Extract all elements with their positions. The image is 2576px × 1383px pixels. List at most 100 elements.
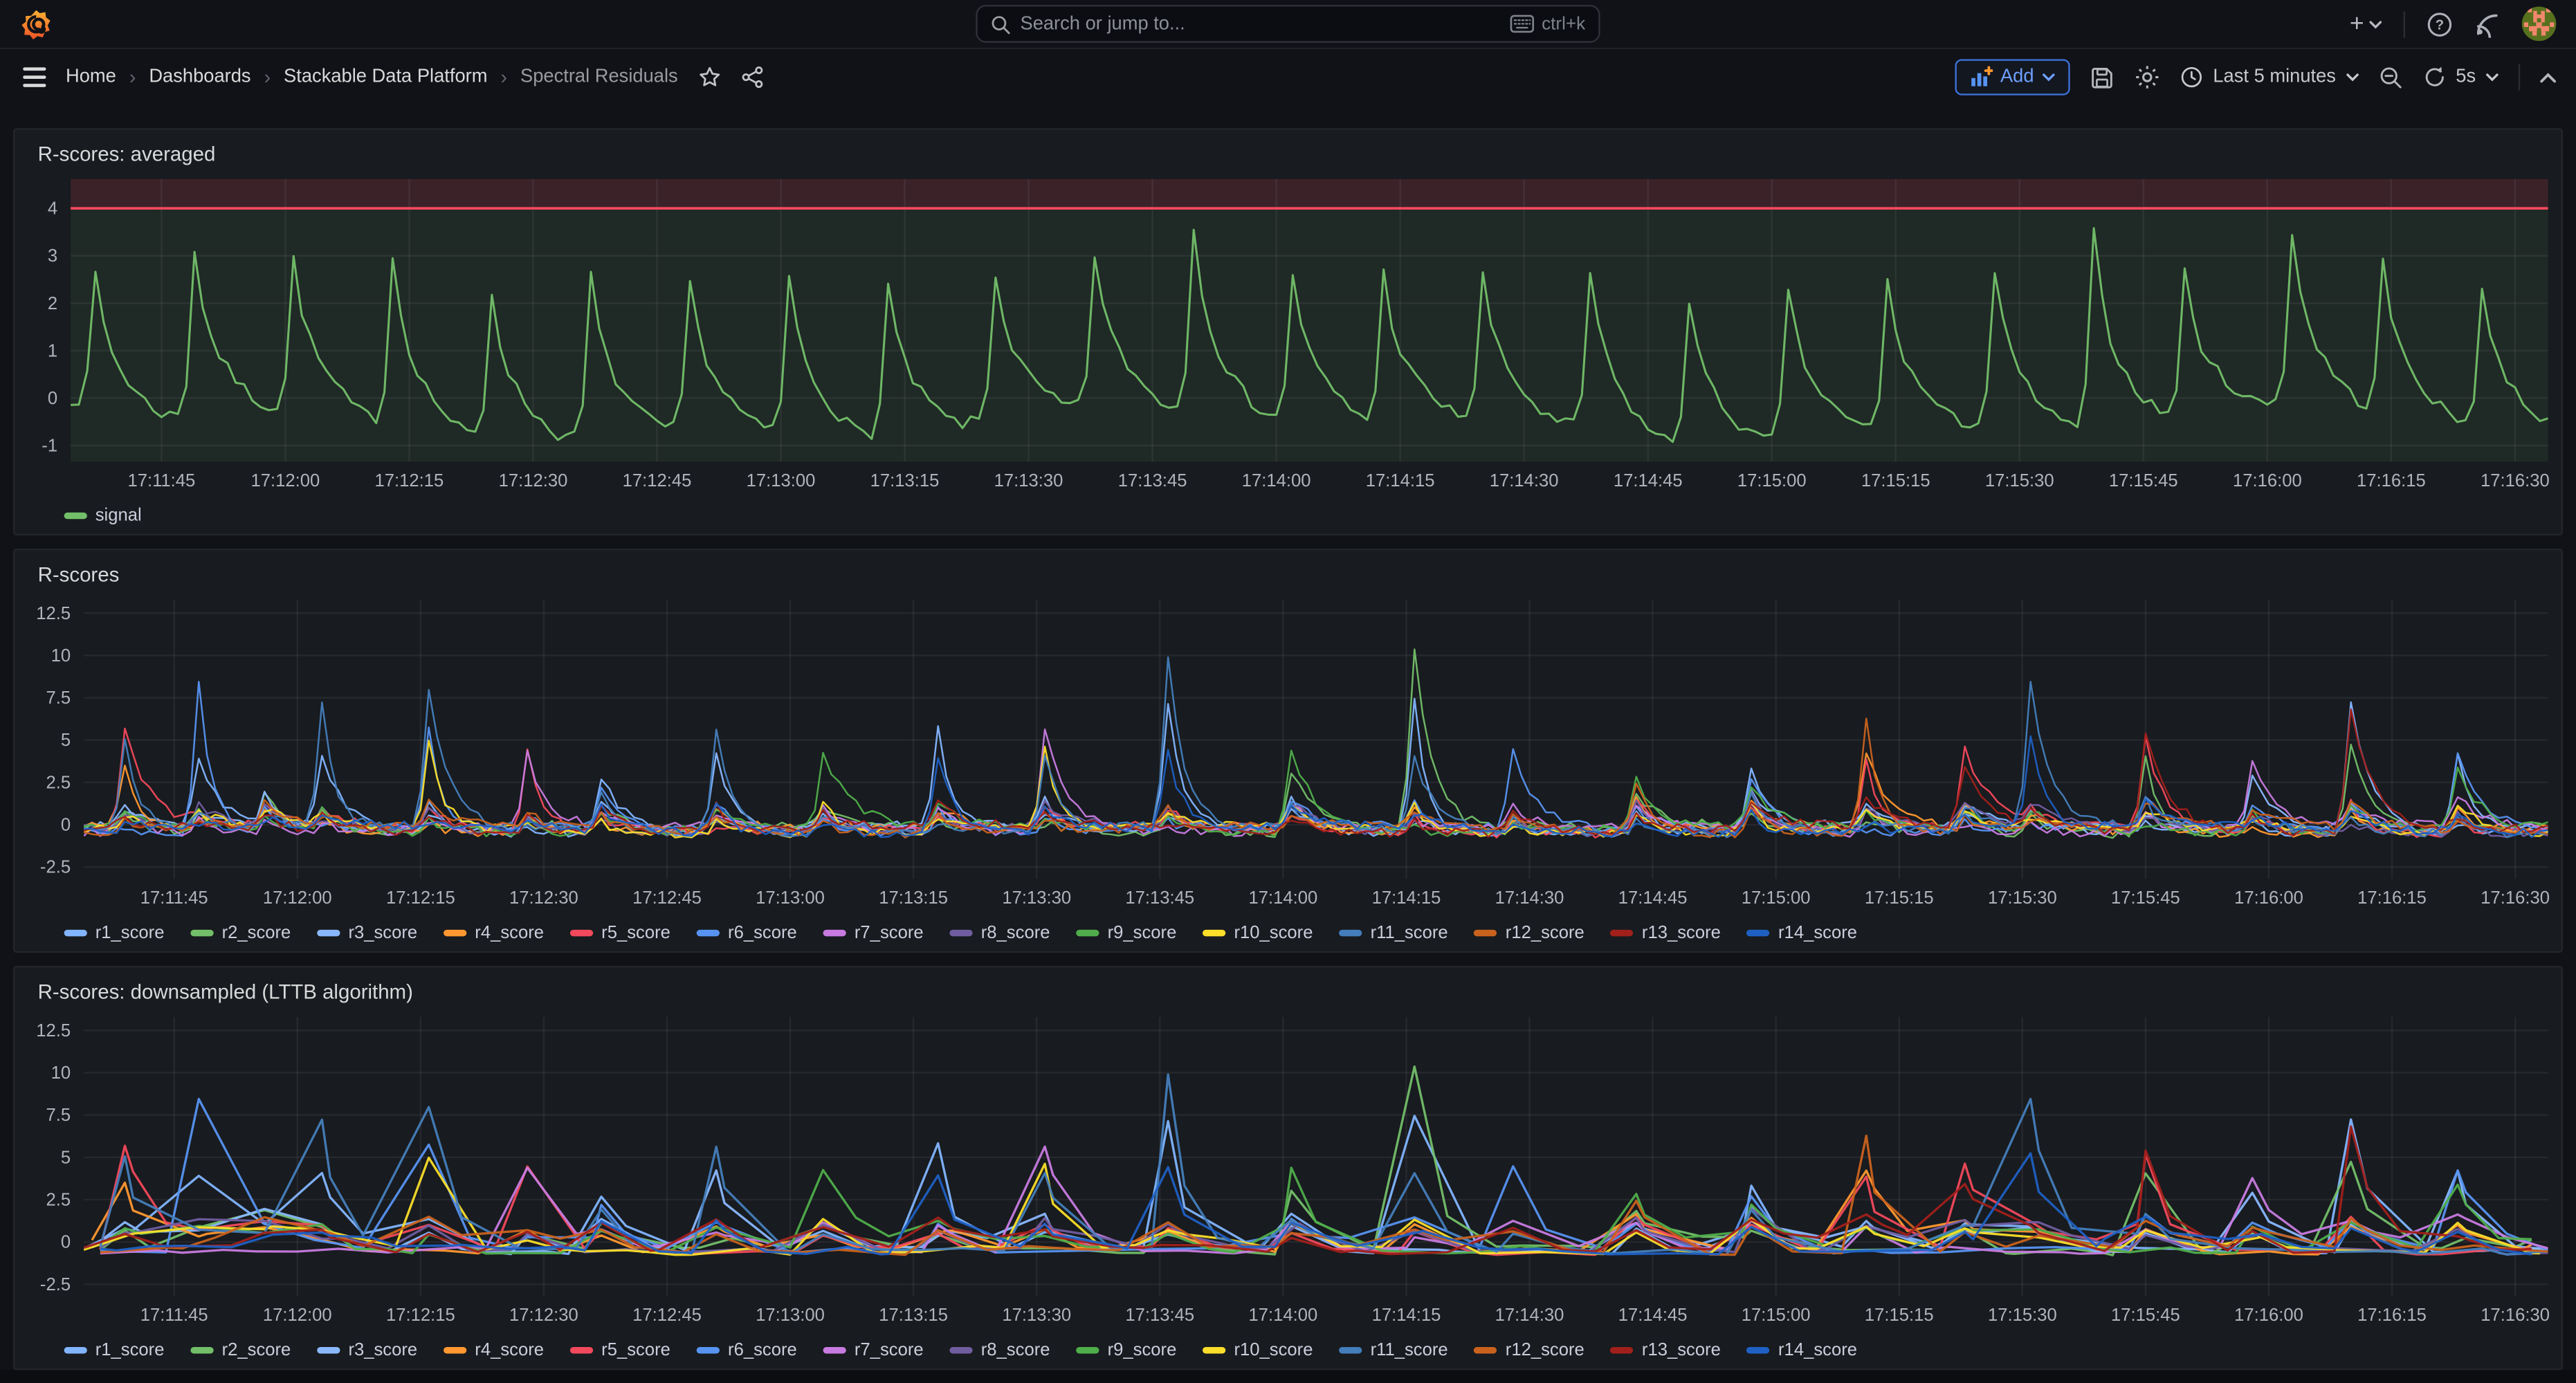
threshold-region-above bbox=[71, 179, 2548, 208]
y-tick-label: 5 bbox=[61, 731, 71, 750]
legend-swatch bbox=[317, 930, 340, 936]
favorite-button[interactable] bbox=[697, 66, 720, 89]
legend-item-r7_score[interactable]: r7_score bbox=[823, 1340, 924, 1359]
legend-label: r7_score bbox=[855, 1340, 924, 1359]
legend-item-r10_score[interactable]: r10_score bbox=[1203, 1340, 1313, 1359]
chart-canvas[interactable]: 12.5107.552.50-2.517:11:4517:12:0017:12:… bbox=[15, 1007, 2561, 1332]
x-tick-label: 17:16:15 bbox=[2357, 888, 2427, 908]
add-button[interactable]: Add bbox=[1954, 59, 2070, 95]
star-icon bbox=[697, 66, 720, 89]
avatar[interactable] bbox=[2522, 6, 2557, 41]
legend-item-r3_score[interactable]: r3_score bbox=[317, 1340, 417, 1359]
news-button[interactable] bbox=[2474, 10, 2501, 37]
panel-title[interactable]: R-scores bbox=[38, 563, 120, 586]
legend-label: r12_score bbox=[1506, 923, 1584, 942]
y-tick-label: 12.5 bbox=[36, 1021, 71, 1041]
legend-item-r10_score[interactable]: r10_score bbox=[1203, 923, 1313, 942]
x-tick-label: 17:14:30 bbox=[1490, 471, 1559, 491]
legend-item-r6_score[interactable]: r6_score bbox=[697, 923, 797, 942]
legend-item-r5_score[interactable]: r5_score bbox=[570, 1340, 670, 1359]
legend-item-r5_score[interactable]: r5_score bbox=[570, 923, 670, 942]
legend-item-r14_score[interactable]: r14_score bbox=[1747, 923, 1857, 942]
caret-up-icon bbox=[2540, 71, 2557, 83]
toolbar-right: Add Last 5 minutes 5s bbox=[1954, 59, 2556, 95]
x-tick-label: 17:12:00 bbox=[263, 1306, 332, 1325]
chevron-down-icon bbox=[2485, 72, 2499, 82]
x-tick-label: 17:14:30 bbox=[1495, 888, 1564, 908]
new-button[interactable]: + bbox=[2350, 12, 2382, 37]
y-tick-label: 3 bbox=[48, 246, 57, 266]
menu-icon[interactable] bbox=[19, 64, 49, 91]
time-range-picker[interactable]: Last 5 minutes bbox=[2180, 66, 2359, 89]
y-tick-label: 0 bbox=[61, 816, 71, 835]
legend-swatch bbox=[1339, 1347, 1362, 1353]
y-tick-label: 10 bbox=[51, 646, 71, 666]
legend-item-r11_score[interactable]: r11_score bbox=[1339, 1340, 1447, 1359]
panel-title[interactable]: R-scores: averaged bbox=[38, 143, 216, 166]
legend-item-r1_score[interactable]: r1_score bbox=[64, 1340, 165, 1359]
x-tick-label: 17:14:30 bbox=[1495, 1306, 1564, 1325]
share-icon bbox=[740, 66, 763, 89]
legend-item-r12_score[interactable]: r12_score bbox=[1474, 1340, 1584, 1359]
legend-swatch bbox=[823, 930, 846, 936]
legend-item-r13_score[interactable]: r13_score bbox=[1611, 1340, 1721, 1359]
y-tick-label: 2.5 bbox=[46, 1190, 71, 1209]
grafana-logo[interactable] bbox=[19, 8, 52, 40]
x-tick-label: 17:15:45 bbox=[2109, 471, 2178, 491]
x-tick-label: 17:13:30 bbox=[994, 471, 1063, 491]
legend-swatch bbox=[190, 930, 213, 936]
y-tick-label: -2.5 bbox=[40, 858, 71, 877]
x-tick-label: 17:16:30 bbox=[2481, 888, 2550, 908]
chevron-down-icon bbox=[2346, 72, 2359, 82]
legend-item-r8_score[interactable]: r8_score bbox=[950, 1340, 1050, 1359]
panel-title[interactable]: R-scores: downsampled (LTTB algorithm) bbox=[38, 980, 413, 1003]
zoom-out-button[interactable] bbox=[2379, 65, 2404, 90]
legend-item-r1_score[interactable]: r1_score bbox=[64, 923, 165, 942]
legend-item-r4_score[interactable]: r4_score bbox=[444, 923, 544, 942]
breadcrumb-item[interactable]: Stackable Data Platform bbox=[284, 67, 487, 86]
legend-item-r11_score[interactable]: r11_score bbox=[1339, 923, 1447, 942]
dashboard-settings-button[interactable] bbox=[2134, 64, 2160, 91]
legend-item-r14_score[interactable]: r14_score bbox=[1747, 1340, 1857, 1359]
legend-item-r7_score[interactable]: r7_score bbox=[823, 923, 924, 942]
legend-item-r9_score[interactable]: r9_score bbox=[1077, 1340, 1177, 1359]
legend-item-r9_score[interactable]: r9_score bbox=[1077, 923, 1177, 942]
chevron-down-icon bbox=[2042, 72, 2055, 82]
legend-item-r3_score[interactable]: r3_score bbox=[317, 923, 417, 942]
legend-swatch bbox=[1611, 930, 1634, 936]
legend-item-r2_score[interactable]: r2_score bbox=[190, 923, 291, 942]
legend-item-r2_score[interactable]: r2_score bbox=[190, 1340, 291, 1359]
legend-item-r6_score[interactable]: r6_score bbox=[697, 1340, 797, 1359]
save-dashboard-button[interactable] bbox=[2090, 65, 2114, 90]
kiosk-mode-button[interactable] bbox=[2540, 71, 2557, 83]
legend-item-r12_score[interactable]: r12_score bbox=[1474, 923, 1584, 942]
add-panel-icon bbox=[1969, 66, 1992, 89]
legend-label: r13_score bbox=[1642, 1340, 1721, 1359]
breadcrumb-separator: › bbox=[264, 66, 271, 89]
help-button[interactable]: ? bbox=[2427, 10, 2453, 37]
refresh-interval-picker[interactable]: 5s bbox=[2456, 67, 2499, 86]
x-tick-label: 17:16:00 bbox=[2234, 888, 2303, 908]
legend-swatch bbox=[1339, 930, 1362, 936]
legend-item-r4_score[interactable]: r4_score bbox=[444, 1340, 544, 1359]
chart-canvas[interactable]: 12.5107.552.50-2.517:11:4517:12:0017:12:… bbox=[15, 589, 2561, 915]
legend-label: r5_score bbox=[601, 1340, 670, 1359]
threshold-region-below bbox=[71, 208, 2548, 461]
share-button[interactable] bbox=[740, 66, 763, 89]
x-tick-label: 17:12:15 bbox=[375, 471, 444, 491]
chart-canvas[interactable]: 43210-117:11:4517:12:0017:12:1517:12:301… bbox=[15, 170, 2561, 498]
legend-swatch bbox=[64, 930, 87, 936]
help-icon: ? bbox=[2427, 10, 2453, 37]
legend-item-r13_score[interactable]: r13_score bbox=[1611, 923, 1721, 942]
breadcrumb-item[interactable]: Dashboards bbox=[149, 67, 250, 86]
breadcrumb-item: Spectral Residuals bbox=[520, 67, 678, 86]
legend-swatch bbox=[64, 1347, 87, 1353]
legend-label: r3_score bbox=[348, 1340, 417, 1359]
breadcrumb-item[interactable]: Home bbox=[66, 67, 116, 86]
legend-label: r1_score bbox=[95, 1340, 165, 1359]
legend-swatch bbox=[823, 1347, 846, 1353]
refresh-button[interactable] bbox=[2423, 66, 2446, 89]
legend-item-r8_score[interactable]: r8_score bbox=[950, 923, 1050, 942]
legend-item-signal[interactable]: signal bbox=[64, 506, 142, 525]
search-input[interactable]: Search or jump to... ctrl+k bbox=[976, 5, 1600, 43]
